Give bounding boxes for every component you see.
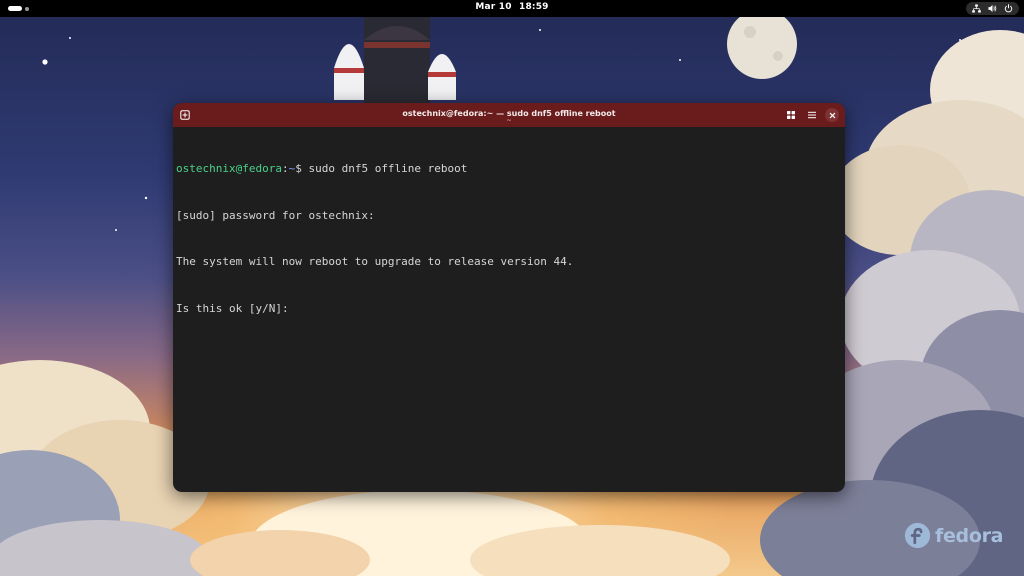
fedora-logo: fedora: [904, 522, 1004, 549]
power-icon: [1004, 4, 1013, 13]
prompt-separator: :: [281, 162, 289, 175]
clock-time: 18:59: [519, 2, 549, 12]
output-line: [sudo] password for ostechnix:: [176, 208, 375, 222]
terminal-header-bar[interactable]: ostechnix@fedora:~ — sudo dnf5 offline r…: [173, 103, 845, 127]
prompt-user: ostechnix@fedora: [176, 162, 282, 175]
fedora-wordmark: fedora: [935, 524, 1004, 547]
top-bar: Mar 10 18:59: [0, 0, 1024, 17]
clock-date: Mar 10: [475, 2, 512, 12]
terminal-window[interactable]: ostechnix@fedora:~ — sudo dnf5 offline r…: [173, 103, 845, 492]
network-icon: [972, 4, 981, 13]
command-line: ostechnix@fedora:~$ sudo dnf5 offline re…: [176, 161, 836, 177]
system-tray[interactable]: [966, 2, 1019, 15]
tab-overview-button[interactable]: [783, 107, 799, 123]
command-text: sudo dnf5 offline reboot: [301, 162, 468, 175]
output-line: The system will now reboot to upgrade to…: [176, 255, 574, 268]
grid-icon: [787, 111, 795, 119]
window-subtitle: ~: [506, 117, 512, 124]
terminal-output[interactable]: ostechnix@fedora:~$ sudo dnf5 offline re…: [176, 130, 836, 347]
volume-icon: [988, 4, 997, 13]
main-menu-button[interactable]: [804, 107, 820, 123]
close-icon: [829, 112, 835, 118]
prompt-symbol: $: [295, 162, 302, 175]
fedora-infinity-icon: [904, 522, 931, 549]
output-line: Is this ok [y/N]:: [176, 301, 289, 315]
hamburger-menu-icon: [808, 111, 816, 119]
clock[interactable]: Mar 10 18:59: [0, 2, 1024, 12]
close-button[interactable]: [825, 108, 839, 122]
